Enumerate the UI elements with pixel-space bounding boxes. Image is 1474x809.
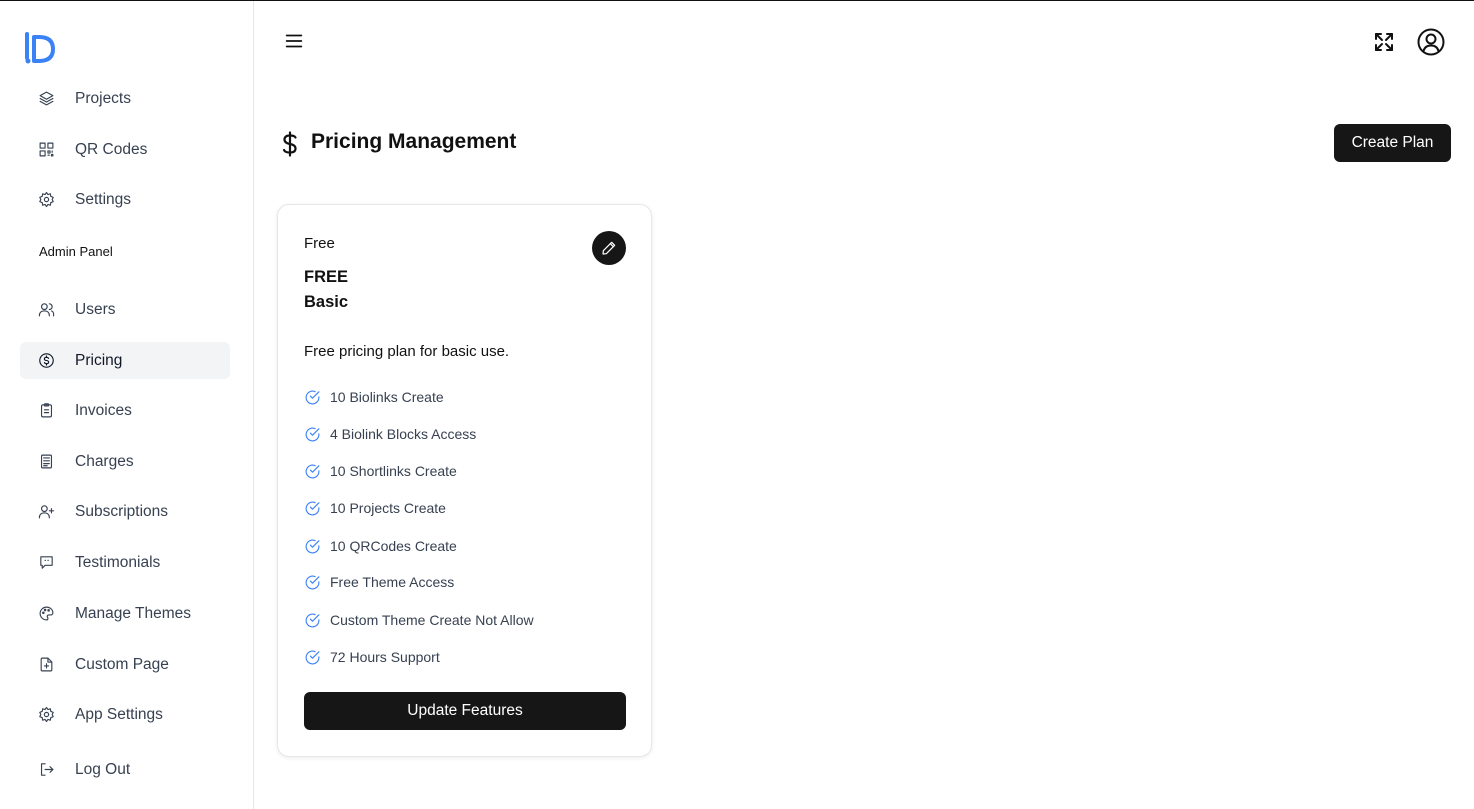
layers-icon <box>37 90 55 108</box>
dollar-icon <box>279 131 301 157</box>
logout-icon <box>37 761 55 779</box>
sidebar-item-custom-page[interactable]: Custom Page <box>20 646 230 683</box>
plan-name: Free <box>304 235 335 252</box>
app-logo[interactable] <box>24 31 58 65</box>
feature-item: 72 Hours Support <box>304 647 440 667</box>
section-label-admin-panel: Admin Panel <box>39 244 113 259</box>
sidebar-item-qr-codes[interactable]: QR Codes <box>20 131 230 168</box>
page-title: Pricing Management <box>311 130 517 153</box>
check-circle-icon <box>304 612 321 629</box>
sidebar-item-label: Manage Themes <box>75 604 192 622</box>
feature-text: 72 Hours Support <box>330 649 440 665</box>
feature-text: 10 Biolinks Create <box>330 389 444 405</box>
feature-text: 10 Shortlinks Create <box>330 463 457 479</box>
check-circle-icon <box>304 463 321 480</box>
sidebar-item-label: Invoices <box>75 401 132 419</box>
user-circle-icon[interactable] <box>1416 27 1446 57</box>
pencil-icon <box>602 241 616 255</box>
sidebar-item-log-out[interactable]: Log Out <box>20 751 230 788</box>
sidebar-item-invoices[interactable]: Invoices <box>20 392 230 429</box>
users-icon <box>37 301 55 319</box>
sidebar-item-label: Testimonials <box>75 553 161 571</box>
sidebar-item-label: Charges <box>75 452 134 470</box>
file-plus-icon <box>37 656 55 674</box>
sidebar-item-testimonials[interactable]: Testimonials <box>20 544 230 581</box>
feature-item: 10 Biolinks Create <box>304 387 444 407</box>
feature-text: Custom Theme Create Not Allow <box>330 612 534 628</box>
update-features-button[interactable]: Update Features <box>304 692 626 730</box>
edit-plan-button[interactable] <box>592 231 626 265</box>
feature-text: Free Theme Access <box>330 574 455 590</box>
check-circle-icon <box>304 538 321 555</box>
check-circle-icon <box>304 500 321 517</box>
sidebar-item-label: Log Out <box>75 760 131 778</box>
feature-item: 10 Projects Create <box>304 498 446 518</box>
user-plus-icon <box>37 503 55 521</box>
clipboard-icon <box>37 402 55 420</box>
gear-icon <box>37 191 55 209</box>
feature-item: 10 Shortlinks Create <box>304 461 457 481</box>
sidebar-item-subscriptions[interactable]: Subscriptions <box>20 493 230 530</box>
sidebar-item-pricing[interactable]: Pricing <box>20 342 230 379</box>
feature-item: 4 Biolink Blocks Access <box>304 424 476 444</box>
sidebar-item-label: Users <box>75 300 116 318</box>
sidebar-item-label: Projects <box>75 89 131 107</box>
feature-text: 10 QRCodes Create <box>330 538 457 554</box>
message-icon <box>37 554 55 572</box>
check-circle-icon <box>304 389 321 406</box>
plan-price: FREE <box>304 268 349 286</box>
gear-icon <box>37 706 55 724</box>
feature-text: 10 Projects Create <box>330 500 446 516</box>
sidebar-item-manage-themes[interactable]: Manage Themes <box>20 595 230 632</box>
dollar-circle-icon <box>37 352 55 370</box>
sidebar: Projects QR Codes Settings Admin Panel U… <box>0 1 254 809</box>
plan-description: Free pricing plan for basic use. <box>304 343 510 360</box>
sidebar-item-settings[interactable]: Settings <box>20 181 230 218</box>
feature-item: Custom Theme Create Not Allow <box>304 610 534 630</box>
receipt-icon <box>37 453 55 471</box>
sidebar-item-label: Subscriptions <box>75 502 169 520</box>
sidebar-item-projects[interactable]: Projects <box>20 80 230 117</box>
sidebar-item-label: Settings <box>75 190 132 208</box>
sidebar-item-app-settings[interactable]: App Settings <box>20 696 230 733</box>
sidebar-item-label: Pricing <box>75 351 123 369</box>
sidebar-item-label: Custom Page <box>75 655 169 673</box>
check-circle-icon <box>304 574 321 591</box>
feature-text: 4 Biolink Blocks Access <box>330 426 477 442</box>
pricing-plan-card: Free FREE Basic Free pricing plan for ba… <box>277 204 652 757</box>
sidebar-item-charges[interactable]: Charges <box>20 443 230 480</box>
qr-code-icon <box>37 141 55 159</box>
create-plan-button[interactable]: Create Plan <box>1334 124 1451 162</box>
feature-item: Free Theme Access <box>304 572 454 592</box>
sidebar-item-label: App Settings <box>75 705 163 723</box>
check-circle-icon <box>304 426 321 443</box>
check-circle-icon <box>304 649 321 666</box>
fullscreen-icon[interactable] <box>1372 30 1396 54</box>
plan-tier: Basic <box>304 293 349 311</box>
hamburger-icon[interactable] <box>283 30 307 54</box>
sidebar-item-label: QR Codes <box>75 140 148 158</box>
palette-icon <box>37 605 55 623</box>
feature-item: 10 QRCodes Create <box>304 536 457 556</box>
sidebar-item-users[interactable]: Users <box>20 291 230 328</box>
